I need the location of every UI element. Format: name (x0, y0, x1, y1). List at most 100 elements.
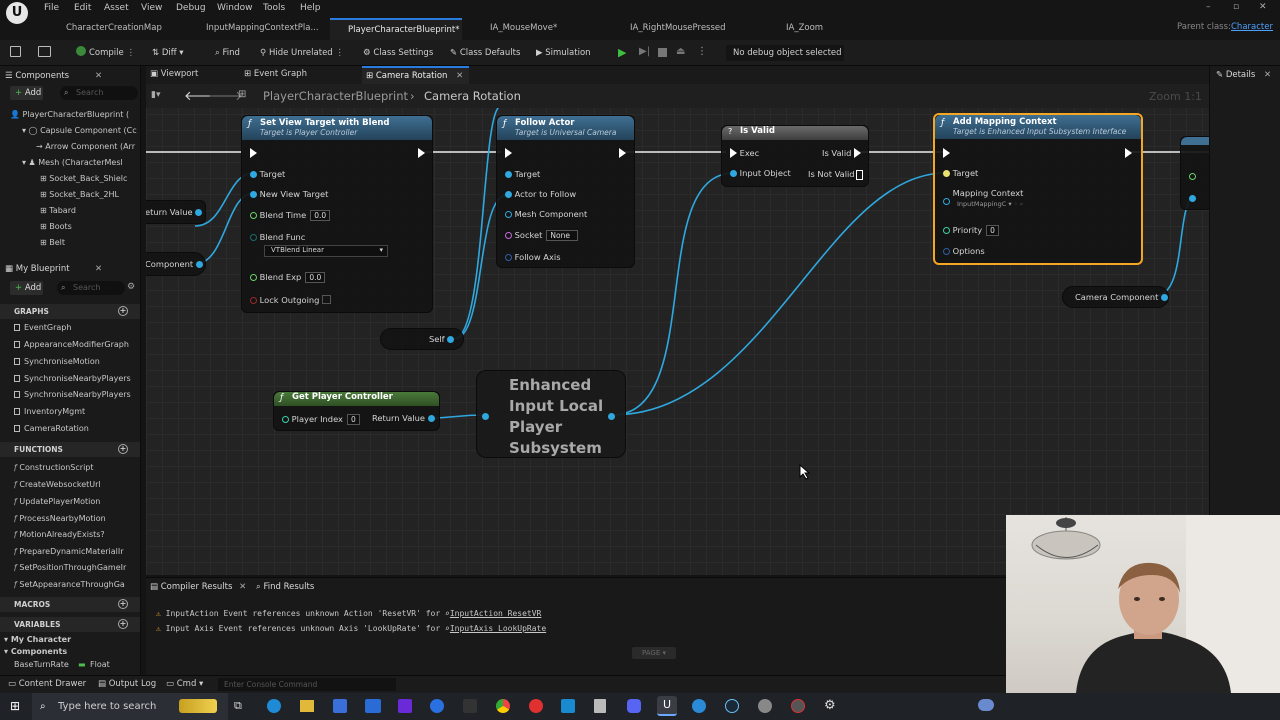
save-icon[interactable] (10, 46, 21, 57)
add-function-icon[interactable]: + (118, 444, 128, 454)
tab-find-results[interactable]: ⌕ Find Results (256, 582, 314, 592)
close-icon[interactable]: ✕ (95, 261, 102, 277)
gear-icon[interactable]: ⚙ (127, 282, 135, 292)
exec-out-pin[interactable] (418, 148, 425, 158)
node-enhanced-input-subsystem[interactable]: Enhanced Input Local Player Subsystem (476, 370, 626, 458)
tree-item-socket-shield[interactable]: ⊞ Socket_Back_Shielc (40, 174, 140, 183)
app-icon[interactable] (692, 699, 706, 713)
graph-item[interactable]: SynchroniseMotion (14, 357, 140, 366)
tree-item-mesh[interactable]: ▾ ♟ Mesh (CharacterMesl (22, 158, 140, 167)
browse-icon[interactable] (38, 46, 51, 57)
tree-item-arrow[interactable]: → Arrow Component (Arr (36, 142, 140, 151)
visual-studio-icon[interactable] (398, 699, 412, 713)
more-options-icon[interactable]: ⋮ (697, 46, 707, 57)
object-pin-icon[interactable] (195, 261, 203, 268)
close-icon[interactable]: ✕ (239, 582, 246, 592)
lock-outgoing-pin[interactable]: Lock Outgoing (250, 295, 332, 305)
object-pin-icon[interactable] (1189, 171, 1196, 181)
graph-item[interactable]: InventoryMgmt (14, 407, 140, 416)
function-item[interactable]: ƒ SetAppearanceThroughGa (14, 580, 140, 589)
exec-in-pin[interactable] (250, 148, 257, 158)
discord-icon[interactable] (627, 699, 641, 713)
exec-in-pin[interactable] (943, 148, 950, 158)
opera-icon[interactable] (529, 699, 543, 713)
macros-section[interactable]: MACROS + (0, 597, 140, 612)
output-log-button[interactable]: ▤ Output Log (98, 679, 156, 689)
player-index-pin[interactable]: Player Index 0 (282, 414, 360, 425)
console-command-input[interactable]: Enter Console Command (218, 678, 396, 691)
graph-item[interactable]: EventGraph (14, 323, 140, 332)
blend-exp-pin[interactable]: Blend Exp 0.0 (250, 272, 326, 283)
tab-charactercreationmap[interactable]: CharacterCreationMap (48, 18, 188, 40)
exec-out-pin[interactable] (619, 148, 626, 158)
menu-tools[interactable]: Tools (263, 3, 285, 13)
mapping-context-pin[interactable]: Mapping Context (943, 188, 1024, 198)
unreal-logo-icon[interactable]: U (6, 2, 28, 24)
details-tab[interactable]: ✎ Details ✕ (1216, 70, 1271, 80)
blueprint-search-input[interactable]: ⌕ Search (57, 281, 125, 295)
graph-canvas[interactable]: eturn Value Component ƒ Set View Target … (146, 66, 1209, 575)
follow-axis-pin[interactable]: Follow Axis (505, 252, 561, 262)
menu-window[interactable]: Window (217, 3, 253, 13)
camera-component-pin[interactable]: Camera Component (1075, 292, 1169, 302)
menu-edit[interactable]: Edit (74, 3, 91, 13)
node-follow-actor[interactable]: ƒ Follow Actor Target is Universal Camer… (496, 115, 635, 268)
menu-asset[interactable]: Asset (104, 3, 129, 13)
target-pin[interactable]: Target (505, 169, 540, 179)
tab-inputmappingcontext[interactable]: InputMappingContextPla... (188, 18, 328, 40)
exec-in-pin[interactable] (505, 148, 512, 158)
socket-input[interactable]: None (546, 230, 579, 241)
function-item[interactable]: ƒ UpdatePlayerMotion (14, 497, 140, 506)
close-icon[interactable]: ✕ (95, 68, 102, 84)
components-tab[interactable]: ☰ Components ✕ (5, 68, 105, 84)
options-pin[interactable]: Options (943, 246, 985, 256)
node-return-value-partial[interactable]: eturn Value (146, 200, 206, 224)
page-button[interactable]: PAGE ▾ (632, 647, 676, 659)
node-add-mapping-context[interactable]: ƒ Add Mapping Context Target is Enhanced… (933, 113, 1143, 265)
object-pin-icon[interactable] (1189, 193, 1196, 203)
mapping-context-select[interactable]: InputMappingC ▾ ◦ ⌕ (957, 200, 1023, 209)
message-link[interactable]: InputAction ResetVR (450, 609, 542, 618)
store-icon[interactable] (333, 699, 347, 713)
node-component-partial[interactable]: Component (146, 252, 206, 276)
exec-out-pin[interactable] (1125, 148, 1132, 158)
tree-item-root[interactable]: 👤 PlayerCharacterBlueprint ( (10, 110, 140, 119)
menu-help[interactable]: Help (300, 3, 321, 13)
blend-exp-input[interactable]: 0.0 (305, 272, 326, 283)
class-defaults-button[interactable]: ✎ Class Defaults (450, 45, 520, 61)
object-in-pin[interactable] (482, 411, 489, 421)
minimize-icon[interactable]: – (1206, 2, 1211, 12)
notepad-icon[interactable] (594, 699, 606, 713)
menu-view[interactable]: View (141, 3, 162, 13)
priority-pin[interactable]: Priority 0 (943, 225, 999, 236)
cmd-select[interactable]: ▭ Cmd ▾ (166, 679, 203, 689)
tab-ia-rightmousepressed[interactable]: IA_RightMousePressed (612, 18, 752, 40)
priority-input[interactable]: 0 (986, 225, 999, 236)
self-out-pin[interactable]: Self (429, 334, 455, 344)
return-value-pin[interactable]: Return Value (372, 413, 435, 423)
node-self[interactable]: Self (380, 328, 464, 350)
breadcrumb-root[interactable]: PlayerCharacterBlueprint (263, 89, 408, 103)
graph-item-camera-rotation[interactable]: CameraRotation (14, 424, 140, 433)
browse-icon[interactable]: ◦ ⌕ (1014, 200, 1024, 208)
tree-item-socket-2hl[interactable]: ⊞ Socket_Back_2HL (40, 190, 140, 199)
tab-camera-rotation[interactable]: ⊞ Camera Rotation ✕ (362, 66, 470, 84)
function-item[interactable]: ƒ SetPositionThroughGameIr (14, 563, 140, 572)
node-is-valid[interactable]: ? Is Valid Exec Input Object Is Valid Is… (721, 125, 869, 187)
hide-unrelated-button[interactable]: ⚲ Hide Unrelated ⋮ (260, 45, 344, 61)
graph-item[interactable]: SynchroniseNearbyPlayers (14, 374, 140, 383)
unreal-taskbar-icon[interactable]: U (657, 696, 677, 716)
components-add-button[interactable]: + Add (10, 86, 43, 100)
calculator-icon[interactable] (561, 699, 575, 713)
class-settings-button[interactable]: ⚙ Class Settings (363, 45, 433, 61)
player-index-input[interactable]: 0 (346, 414, 360, 425)
is-not-valid-pin[interactable]: Is Not Valid (808, 169, 864, 180)
content-drawer-button[interactable]: ▭ Content Drawer (8, 679, 86, 689)
compile-button[interactable]: Compile ⋮ (76, 45, 135, 61)
mesh-component-pin[interactable]: Mesh Component (505, 209, 587, 219)
variable-row[interactable]: BaseTurnRate ▬ Float (14, 660, 138, 669)
blend-time-input[interactable]: 0.0 (310, 210, 331, 221)
tab-playercharacterblueprint[interactable]: PlayerCharacterBlueprint* ✕ (330, 18, 462, 55)
app-icon[interactable] (758, 699, 772, 713)
function-item[interactable]: ƒ MotionAlreadyExists? (14, 530, 140, 539)
